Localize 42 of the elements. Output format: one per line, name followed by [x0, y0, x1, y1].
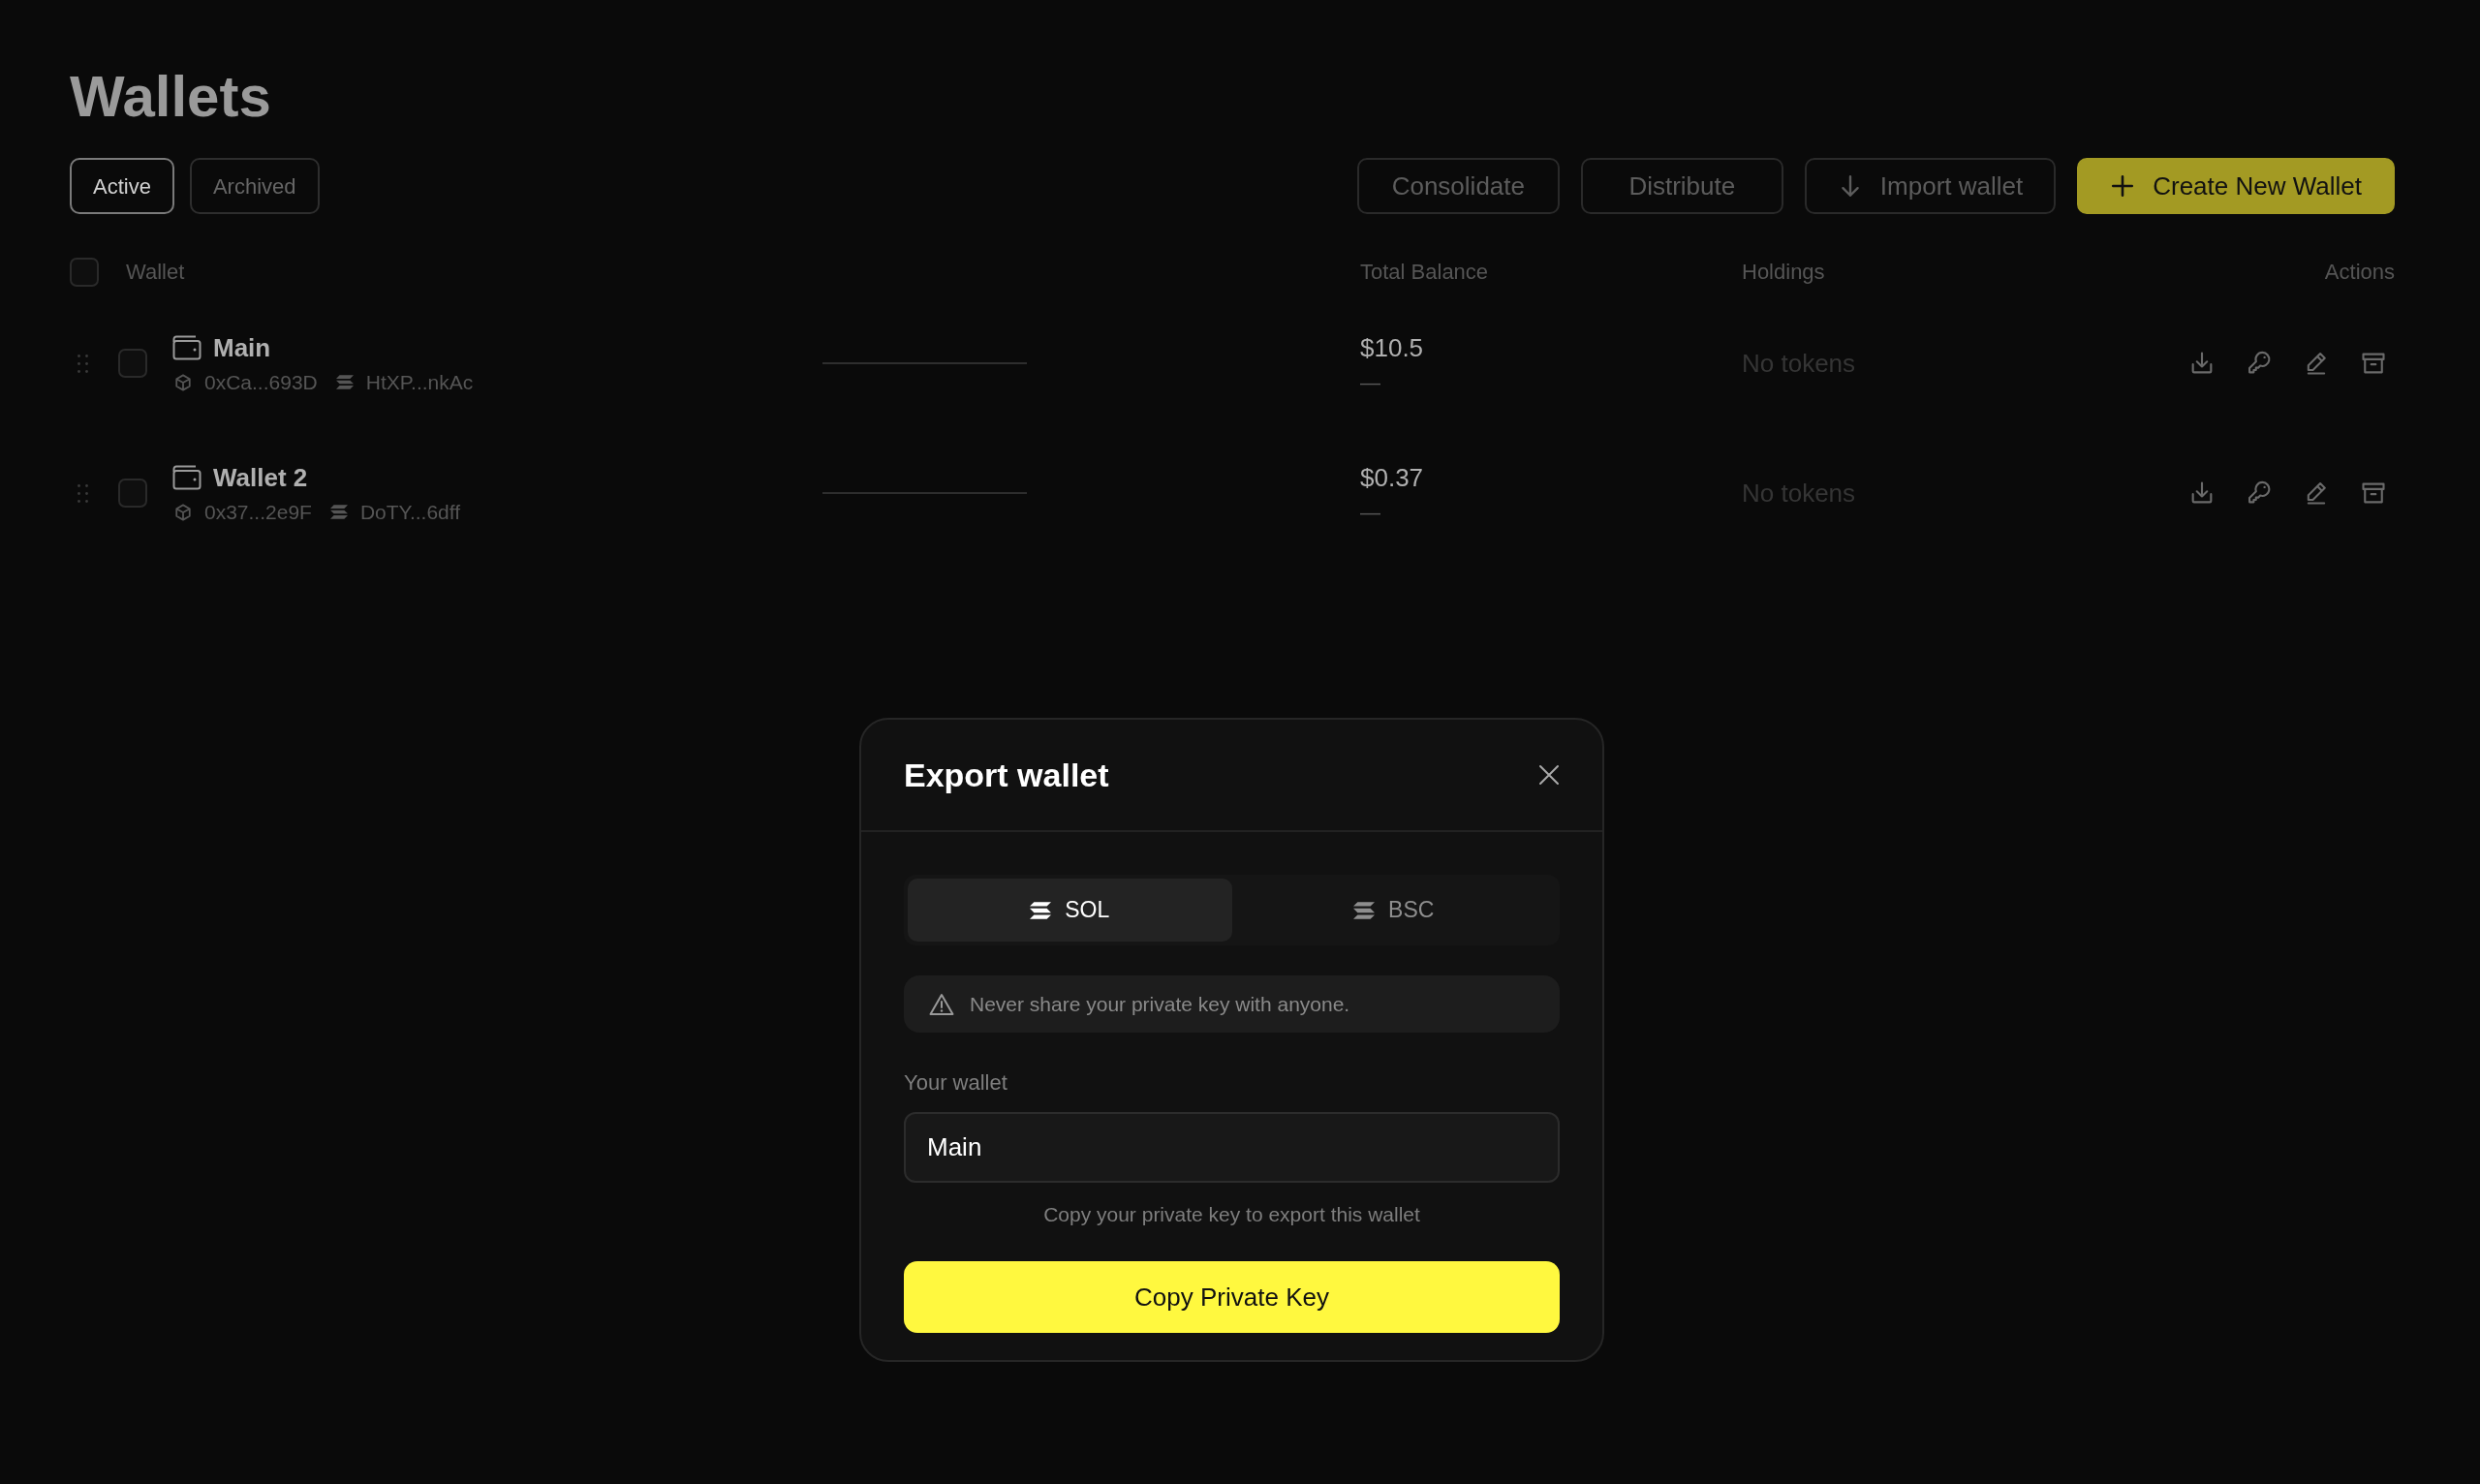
- sol-icon: [329, 505, 348, 519]
- warning-text: Never share your private key with anyone.: [970, 991, 1350, 1017]
- drag-handle-icon[interactable]: [78, 354, 88, 373]
- wallet-address: 0xCa...693D: [204, 369, 318, 395]
- filter-tab[interactable]: Archived: [189, 158, 320, 214]
- drag-handle-icon[interactable]: [78, 483, 88, 503]
- column-header: Total Balance: [1360, 259, 1489, 286]
- wallet-icon: [172, 334, 202, 360]
- sol-icon: [1353, 901, 1376, 919]
- copy-key-button[interactable]: Copy Private Key: [904, 1261, 1560, 1333]
- cube-icon: [174, 503, 192, 521]
- hint-text: Copy your private key to export this wallet: [1043, 1202, 1420, 1227]
- chain-tab[interactable]: BSC: [1231, 879, 1556, 942]
- field-label: Your wallet: [904, 1069, 1008, 1097]
- filter-tab[interactable]: Active: [70, 158, 174, 214]
- row-checkbox[interactable]: [118, 349, 147, 378]
- dialog-title: Export wallet: [904, 755, 1109, 795]
- warning-icon: [929, 992, 954, 1016]
- balance-value: $0.37: [1360, 461, 1424, 493]
- sol-icon: [335, 375, 354, 389]
- wallet-name: Main: [213, 331, 271, 363]
- wallet-name: Wallet 2: [213, 461, 308, 493]
- cube-icon: [174, 373, 192, 391]
- close-icon[interactable]: [1538, 764, 1560, 786]
- column-header: Holdings: [1742, 259, 1825, 286]
- chain-tab[interactable]: SOL: [908, 879, 1232, 942]
- balance-change: —: [1360, 369, 1380, 395]
- wallet-address: 0x37...2e9F: [204, 499, 312, 525]
- balance-value: $10.5: [1360, 331, 1424, 363]
- create-button[interactable]: Create New Wallet: [2077, 158, 2395, 214]
- column-header: Wallet: [126, 259, 185, 286]
- column-header: Actions: [2324, 259, 2395, 286]
- sol-icon: [1030, 901, 1052, 919]
- page-title: Wallets: [70, 63, 271, 131]
- wallet-address: HtXP...nkAc: [365, 369, 474, 395]
- balance-change: —: [1360, 499, 1380, 525]
- wallet-icon: [172, 464, 202, 490]
- plus-icon: [2110, 173, 2136, 199]
- row-checkbox[interactable]: [118, 479, 147, 508]
- wallet-input[interactable]: Main: [904, 1112, 1560, 1183]
- wallet-address: DoTY...6dff: [359, 499, 461, 525]
- select-all-checkbox[interactable]: [70, 258, 99, 287]
